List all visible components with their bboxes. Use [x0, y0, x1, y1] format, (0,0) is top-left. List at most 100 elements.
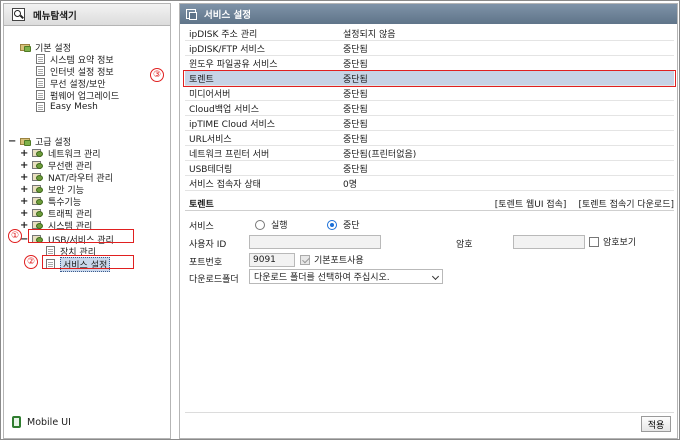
expand-icon[interactable]: +: [20, 208, 28, 219]
expand-icon[interactable]: +: [20, 184, 28, 195]
service-name: ipTIME Cloud 서비스: [189, 119, 276, 130]
show-password-checkbox[interactable]: [589, 236, 599, 247]
service-name: 윈도우 파일공유 서비스: [189, 59, 278, 70]
service-settings-header: 서비스 설정: [180, 4, 677, 24]
service-status: 중단됨: [343, 164, 368, 175]
show-password-wrap[interactable]: 암호보기: [589, 235, 636, 248]
port-input[interactable]: 9091: [249, 253, 295, 267]
service-status: 중단됨: [343, 59, 368, 70]
callout-number-1: ①: [8, 229, 22, 243]
menu-explorer-panel: 메뉴탐색기 기본 설정 시스템 요약 정보 인터넷 설정 정보 무선 설정/보안…: [3, 3, 171, 439]
service-status: 중단됨: [343, 134, 368, 145]
callout-box-service-settings: [42, 255, 134, 269]
tree-item-system-summary[interactable]: 시스템 요약 정보: [36, 53, 114, 66]
radio-stop[interactable]: [327, 219, 337, 230]
radio-run-wrap[interactable]: 실행: [255, 218, 288, 231]
service-status: 중단됨: [343, 119, 368, 130]
service-row-windows-share[interactable]: 윈도우 파일공유 서비스 중단됨: [185, 56, 674, 71]
tree-item-firmware-upgrade[interactable]: 펌웨어 업그레이드: [36, 89, 120, 102]
download-folder-select[interactable]: 다운로드 폴더를 선택하여 주십시오.: [249, 269, 443, 284]
callout-box-usb: [28, 229, 134, 243]
service-row-iptime-cloud[interactable]: ipTIME Cloud 서비스 중단됨: [185, 116, 674, 131]
port-label: 포트번호: [189, 258, 223, 268]
expand-icon[interactable]: +: [20, 160, 28, 171]
service-row-ipdisk-ftp[interactable]: ipDISK/FTP 서비스 중단됨: [185, 41, 674, 56]
page-icon: [36, 102, 45, 112]
magnifier-icon: [12, 8, 25, 21]
callout-box-torrent: [183, 70, 676, 87]
service-status: 0명: [343, 179, 358, 190]
settings-folder-icon: [32, 160, 44, 170]
tree-item-easy-mesh[interactable]: Easy Mesh: [36, 101, 98, 113]
callout-number-3: ③: [150, 68, 164, 82]
tree-item-wireless-security[interactable]: 무선 설정/보안: [36, 77, 106, 90]
apply-button[interactable]: 적용: [641, 416, 671, 432]
torrent-section-header: 토렌트 [토렌트 웹UI 접속] [토렌트 접속기 다운로드]: [185, 197, 674, 211]
expand-icon[interactable]: +: [20, 220, 28, 231]
radio-stop-wrap[interactable]: 중단: [327, 218, 360, 231]
mobile-ui-link[interactable]: Mobile UI: [12, 416, 71, 428]
tree-item-label: 펌웨어 업그레이드: [50, 91, 120, 102]
tree-group-basic[interactable]: 기본 설정: [20, 41, 71, 54]
service-row-ipdisk-address[interactable]: ipDISK 주소 관리 설정되지 않음: [185, 26, 674, 41]
service-status: 중단됨(프린터없음): [343, 149, 417, 160]
settings-folder-icon: [32, 148, 44, 158]
default-port-wrap[interactable]: 기본포트사용: [300, 253, 364, 266]
service-row-usb-tethering[interactable]: USB테더링 중단됨: [185, 161, 674, 176]
menu-explorer-header: 메뉴탐색기: [4, 4, 170, 26]
service-status: 중단됨: [343, 104, 368, 115]
torrent-web-ui-link[interactable]: [토렌트 웹UI 접속]: [495, 197, 567, 210]
service-name: 서비스 접속자 상태: [189, 179, 261, 190]
service-row-connected-users: 서비스 접속자 상태 0명: [185, 176, 674, 191]
page-icon: [36, 90, 45, 100]
torrent-section-title: 토렌트: [189, 200, 214, 210]
panel-title: 서비스 설정: [204, 10, 252, 21]
service-row-media-server[interactable]: 미디어서버 중단됨: [185, 86, 674, 101]
service-row-cloud-backup[interactable]: Cloud백업 서비스 중단됨: [185, 101, 674, 116]
download-folder-label: 다운로드폴더: [189, 275, 239, 285]
page-icon: [36, 78, 45, 88]
service-name: 미디어서버: [189, 89, 231, 100]
service-name: URL서비스: [189, 134, 232, 145]
tree-item-traffic[interactable]: + 트래픽 관리: [20, 207, 92, 220]
settings-folder-icon: [32, 196, 44, 206]
mobile-phone-icon: [12, 416, 21, 428]
service-name: USB테더링: [189, 164, 233, 175]
app-window: 메뉴탐색기 기본 설정 시스템 요약 정보 인터넷 설정 정보 무선 설정/보안…: [0, 0, 680, 440]
tree-item-network[interactable]: + 네트워크 관리: [20, 147, 101, 160]
torrent-download-link[interactable]: [토렌트 접속기 다운로드]: [578, 197, 674, 210]
service-name: Cloud백업 서비스: [189, 104, 259, 115]
user-id-input[interactable]: [249, 235, 381, 249]
radio-run[interactable]: [255, 219, 265, 230]
user-id-label: 사용자 ID: [189, 240, 227, 250]
port-value: 9091: [253, 255, 276, 265]
tree-group-advanced[interactable]: − 고급 설정: [8, 135, 71, 148]
tree-item-wireless[interactable]: + 무선랜 관리: [20, 159, 92, 172]
settings-folder-icon: [32, 172, 44, 182]
service-name: 네트워크 프린터 서버: [189, 149, 270, 160]
chevron-down-icon: [431, 272, 440, 281]
chart-folder-icon: [32, 208, 44, 218]
service-row-url[interactable]: URL서비스 중단됨: [185, 131, 674, 146]
window-icon: [186, 9, 197, 20]
default-port-checkbox[interactable]: [300, 254, 310, 265]
service-label: 서비스: [189, 222, 214, 232]
service-row-network-printer[interactable]: 네트워크 프린터 서버 중단됨(프린터없음): [185, 146, 674, 161]
page-icon: [36, 54, 45, 64]
folder-icon: [20, 42, 31, 52]
expand-icon[interactable]: +: [20, 148, 28, 159]
password-input[interactable]: [513, 235, 585, 249]
expand-icon[interactable]: +: [20, 196, 28, 207]
collapse-icon[interactable]: −: [8, 136, 16, 147]
callout-number-2: ②: [24, 255, 38, 269]
lock-folder-icon: [32, 184, 44, 194]
password-label: 암호: [456, 240, 473, 250]
service-status: 설정되지 않음: [343, 29, 396, 40]
tree-item-nat-router[interactable]: + NAT/라우터 관리: [20, 171, 113, 184]
tree-item-security[interactable]: + 보안 기능: [20, 183, 84, 196]
tree-item-special[interactable]: + 특수기능: [20, 195, 81, 208]
expand-icon[interactable]: +: [20, 172, 28, 183]
download-folder-value: 다운로드 폴더를 선택하여 주십시오.: [254, 273, 390, 283]
tree-item-internet-info[interactable]: 인터넷 설정 정보: [36, 65, 114, 78]
service-name: ipDISK/FTP 서비스: [189, 44, 266, 55]
